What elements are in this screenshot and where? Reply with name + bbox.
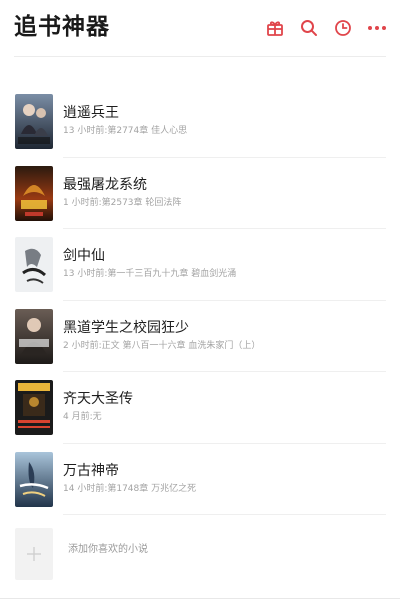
book-cover: [15, 380, 53, 435]
book-title: 最强屠龙系统: [63, 176, 147, 193]
bookshelf-list: 逍遥兵王 13 小时前:第2774章 佳人心思 最强屠龙系统 1 小时前:第25…: [0, 86, 400, 515]
book-item[interactable]: 逍遥兵王 13 小时前:第2774章 佳人心思: [0, 86, 400, 158]
bottom-divider: [0, 598, 400, 599]
book-title: 逍遥兵王: [63, 105, 119, 121]
app-title: 追书神器: [14, 14, 110, 40]
app-header: 追书神器: [0, 0, 400, 57]
book-cover: [15, 308, 53, 364]
header-divider: [14, 56, 386, 57]
book-item[interactable]: 齐天大圣传 4 月前:无: [0, 372, 400, 444]
book-update-info: 13 小时前:第一千三百九十九章 碧血剑光涌: [63, 269, 237, 279]
book-update-info: 14 小时前:第1748章 万兆亿之死: [63, 483, 197, 494]
book-title: 黑道学生之校园狂少: [63, 319, 189, 336]
divider: [63, 514, 386, 515]
book-update-info: 4 月前:无: [63, 412, 102, 422]
book-update-info: 13 小时前:第2774章 佳人心思: [63, 126, 188, 136]
book-item[interactable]: 最强屠龙系统 1 小时前:第2573章 轮回法阵: [0, 158, 400, 229]
book-cover: [15, 237, 53, 292]
add-book-button[interactable]: 添加你喜欢的小说: [0, 521, 400, 585]
search-icon[interactable]: [298, 17, 320, 39]
clock-icon[interactable]: [332, 17, 354, 39]
book-cover: [15, 451, 53, 507]
book-update-info: 2 小时前:正文 第八百一十六章 血洗朱家门（上）: [63, 340, 261, 351]
book-title: 剑中仙: [63, 248, 105, 264]
add-book-placeholder: [15, 528, 53, 580]
book-item[interactable]: 剑中仙 13 小时前:第一千三百九十九章 碧血剑光涌: [0, 229, 400, 301]
add-book-label: 添加你喜欢的小说: [68, 544, 148, 555]
header-actions: [264, 16, 388, 40]
book-title: 齐天大圣传: [63, 391, 133, 407]
more-icon[interactable]: [366, 17, 388, 39]
plus-icon: [15, 528, 53, 580]
book-item[interactable]: 万古神帝 14 小时前:第1748章 万兆亿之死: [0, 444, 400, 515]
book-cover: [15, 165, 53, 221]
gift-icon[interactable]: [264, 17, 286, 39]
book-cover: [15, 94, 53, 149]
book-update-info: 1 小时前:第2573章 轮回法阵: [63, 197, 182, 208]
book-item[interactable]: 黑道学生之校园狂少 2 小时前:正文 第八百一十六章 血洗朱家门（上）: [0, 301, 400, 372]
book-title: 万古神帝: [63, 462, 119, 479]
